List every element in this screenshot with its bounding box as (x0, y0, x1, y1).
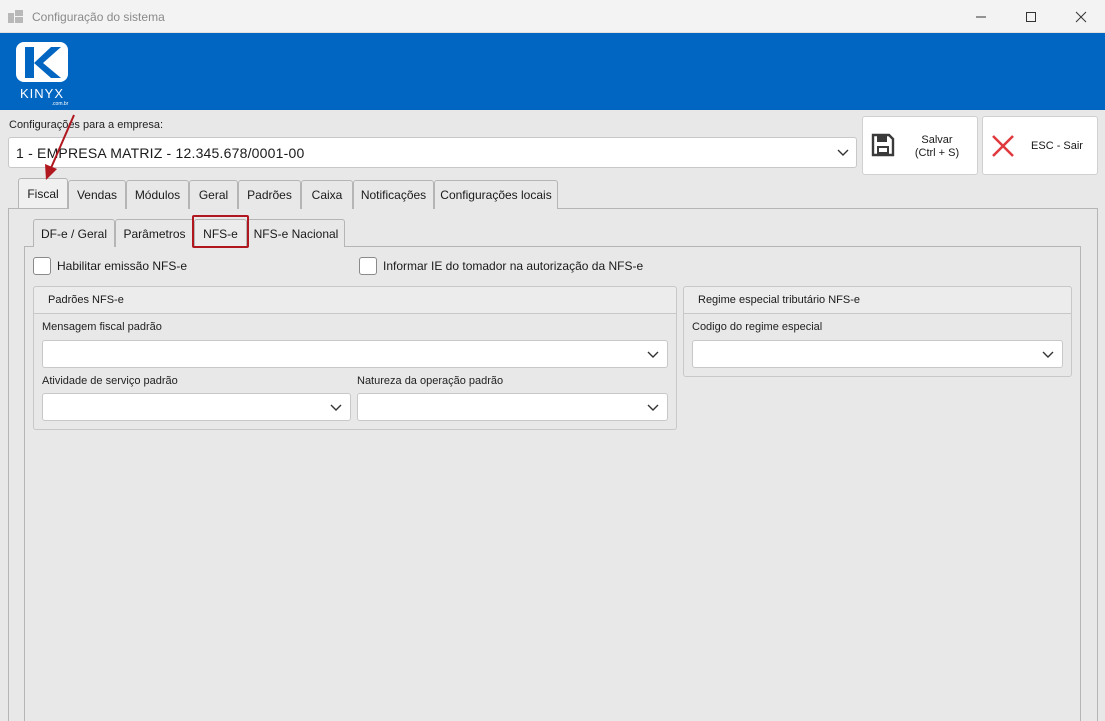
chevron-down-icon (647, 404, 659, 411)
tab-modulos[interactable]: Módulos (126, 180, 189, 209)
habilitar-nfse-checkbox[interactable] (33, 257, 51, 275)
exit-label: ESC - Sair (1031, 140, 1083, 152)
chevron-down-icon (647, 351, 659, 358)
tab-notificacoes[interactable]: Notificações (353, 180, 434, 209)
empresa-select[interactable]: 1 - EMPRESA MATRIZ - 12.345.678/0001-00 (8, 137, 857, 168)
save-shortcut: (Ctrl + S) (914, 147, 960, 159)
chevron-down-icon (1042, 351, 1054, 358)
close-icon (1075, 11, 1087, 22)
tab-vendas[interactable]: Vendas (68, 180, 126, 209)
x-mark-icon (992, 135, 1014, 157)
save-button[interactable]: Salvar (Ctrl + S) (862, 116, 978, 175)
mensagem-fiscal-label: Mensagem fiscal padrão (42, 321, 162, 333)
svg-text:KINYX: KINYX (20, 86, 64, 101)
maximize-icon (1026, 11, 1036, 22)
subtab-dfe-geral[interactable]: DF-e / Geral (33, 219, 115, 247)
regime-especial-header: Regime especial tributário NFS-e (684, 287, 1071, 314)
window-title: Configuração do sistema (32, 10, 165, 24)
padroes-nfse-title: Padrões NFS-e (48, 294, 124, 306)
empresa-label: Configurações para a empresa: (9, 119, 164, 131)
floppy-disk-icon (871, 133, 895, 157)
kinyx-logo: KINYX .com.br (16, 42, 69, 106)
tab-geral[interactable]: Geral (189, 180, 238, 209)
empresa-selected-value: 1 - EMPRESA MATRIZ - 12.345.678/0001-00 (16, 145, 305, 161)
informar-ie-checkbox[interactable] (359, 257, 377, 275)
exit-button[interactable]: ESC - Sair (982, 116, 1098, 175)
app-icon (8, 10, 23, 23)
codigo-regime-select[interactable] (692, 340, 1063, 368)
informar-ie-label: Informar IE do tomador na autorização da… (383, 259, 644, 273)
padroes-nfse-header: Padrões NFS-e (34, 287, 676, 314)
mensagem-fiscal-select[interactable] (42, 340, 668, 368)
tab-fiscal[interactable]: Fiscal (18, 178, 68, 208)
title-bar: Configuração do sistema (0, 0, 1105, 33)
habilitar-nfse-label: Habilitar emissão NFS-e (57, 259, 188, 273)
nfse-highlight-box (192, 215, 249, 248)
subtab-nfse-nacional[interactable]: NFS-e Nacional (247, 219, 345, 247)
chevron-down-icon (837, 149, 849, 156)
codigo-regime-label: Codigo do regime especial (692, 321, 823, 333)
natureza-operacao-select[interactable] (357, 393, 668, 421)
subtab-parametros[interactable]: Parâmetros (115, 219, 194, 247)
config-window: Configuração do sistema KINYX .com.br Co… (0, 0, 1105, 721)
regime-especial-title: Regime especial tributário NFS-e (698, 294, 861, 306)
close-button[interactable] (1058, 0, 1104, 33)
atividade-servico-select[interactable] (42, 393, 351, 421)
tab-caixa[interactable]: Caixa (301, 180, 353, 209)
minimize-button[interactable] (958, 0, 1004, 33)
svg-text:.com.br: .com.br (52, 101, 69, 106)
tab-configuracoes-locais[interactable]: Configurações locais (434, 180, 558, 209)
atividade-servico-label: Atividade de serviço padrão (42, 375, 178, 387)
brand-banner: KINYX .com.br (0, 33, 1105, 110)
maximize-button[interactable] (1008, 0, 1054, 33)
minimize-icon (976, 16, 986, 17)
natureza-operacao-label: Natureza da operação padrão (357, 375, 504, 387)
chevron-down-icon (330, 404, 342, 411)
tab-padroes[interactable]: Padrões (238, 180, 301, 209)
save-label: Salvar (921, 134, 953, 146)
